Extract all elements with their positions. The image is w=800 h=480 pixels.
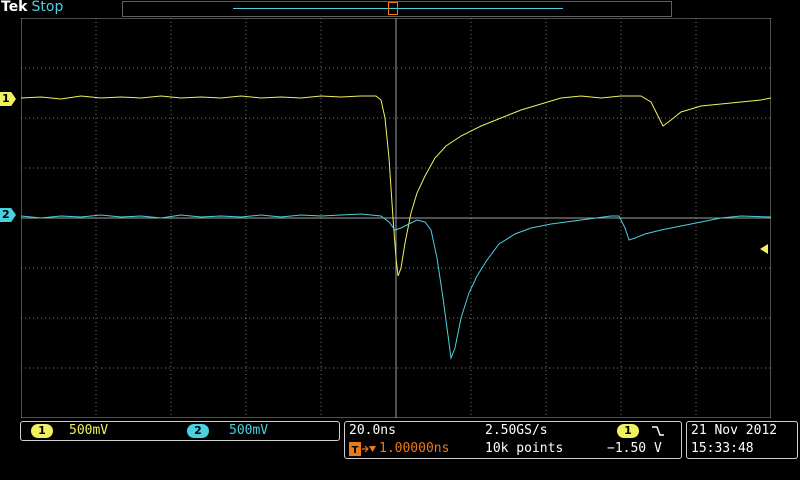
trigger-delay-icon: T bbox=[349, 442, 376, 456]
ch2-position-marker[interactable]: 2 bbox=[0, 208, 16, 222]
record-waveform-indicator bbox=[233, 8, 563, 9]
date-time-readout: 21 Nov 2012 15:33:48 bbox=[686, 421, 798, 459]
ch1-scale: 500mV bbox=[69, 423, 109, 438]
brand-and-state: Tek Stop bbox=[1, 0, 63, 15]
brand-label: Tek bbox=[1, 0, 28, 15]
falling-edge-icon bbox=[652, 426, 664, 436]
trigger-level: −1.50 V bbox=[607, 441, 662, 456]
trigger-source-badge: 1 bbox=[617, 424, 639, 438]
time: 15:33:48 bbox=[691, 441, 754, 456]
record-length: 10k points bbox=[485, 441, 564, 456]
top-status-bar: Tek Stop bbox=[0, 0, 800, 17]
channel-readout[interactable]: 1 500mV 2 500mV bbox=[20, 421, 340, 441]
record-trigger-marker bbox=[388, 2, 398, 15]
date: 21 Nov 2012 bbox=[691, 423, 778, 438]
trigger-delay: 1.00000ns bbox=[379, 441, 450, 456]
waveform-display[interactable] bbox=[21, 18, 771, 418]
time-per-div: 20.0ns bbox=[349, 423, 396, 438]
ch1-position-marker[interactable]: 1 bbox=[0, 92, 16, 106]
ch2-scale: 500mV bbox=[229, 423, 269, 438]
ch2-badge: 2 bbox=[187, 424, 209, 438]
sample-rate: 2.50GS/s bbox=[485, 423, 548, 438]
timebase-readout[interactable]: 20.0ns 2.50GS/s T 1.00000ns 10k points 1… bbox=[344, 421, 682, 459]
ch1-badge: 1 bbox=[31, 424, 53, 438]
record-view-bar[interactable] bbox=[122, 1, 672, 17]
trigger-level-icon[interactable] bbox=[760, 244, 770, 254]
svg-text:T: T bbox=[352, 445, 359, 456]
acquisition-state: Stop bbox=[31, 0, 64, 15]
